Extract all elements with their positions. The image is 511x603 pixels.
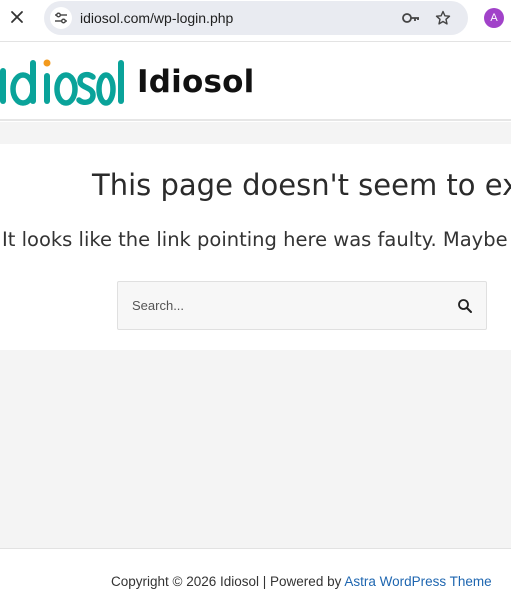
error-message: It looks like the link pointing here was… <box>2 228 511 251</box>
content-background <box>0 350 511 548</box>
address-bar[interactable]: idiosol.com/wp-login.php <box>44 1 468 35</box>
star-icon <box>435 10 451 25</box>
site-info-button[interactable] <box>50 7 72 29</box>
search-form <box>117 281 487 330</box>
key-icon <box>402 13 419 23</box>
url-text[interactable]: idiosol.com/wp-login.php <box>80 10 233 26</box>
profile-avatar[interactable]: A <box>484 8 504 28</box>
error-404-section: This page doesn't seem to exist. It look… <box>0 144 511 350</box>
copyright-text: Copyright © 2026 Idiosol | Powered by <box>111 574 345 589</box>
header-spacer <box>0 122 511 144</box>
browser-toolbar: idiosol.com/wp-login.php A <box>0 0 511 37</box>
close-icon <box>11 11 23 23</box>
idiosol-logo-icon <box>0 59 124 106</box>
site-title[interactable]: Idiosol <box>137 64 254 100</box>
page-title: This page doesn't seem to exist. <box>92 168 511 202</box>
close-tab-button[interactable] <box>6 6 28 28</box>
astra-theme-link[interactable]: Astra WordPress Theme <box>344 574 491 589</box>
bookmark-button[interactable] <box>432 7 454 29</box>
site-logo[interactable] <box>0 52 126 112</box>
search-input[interactable] <box>132 282 442 329</box>
footer-copyright: Copyright © 2026 Idiosol | Powered by As… <box>111 574 492 589</box>
password-manager-button[interactable] <box>400 7 422 29</box>
tune-icon <box>55 12 67 24</box>
site-footer: Copyright © 2026 Idiosol | Powered by As… <box>0 548 511 603</box>
site-header: Idiosol <box>0 41 511 121</box>
search-icon[interactable] <box>457 298 473 314</box>
